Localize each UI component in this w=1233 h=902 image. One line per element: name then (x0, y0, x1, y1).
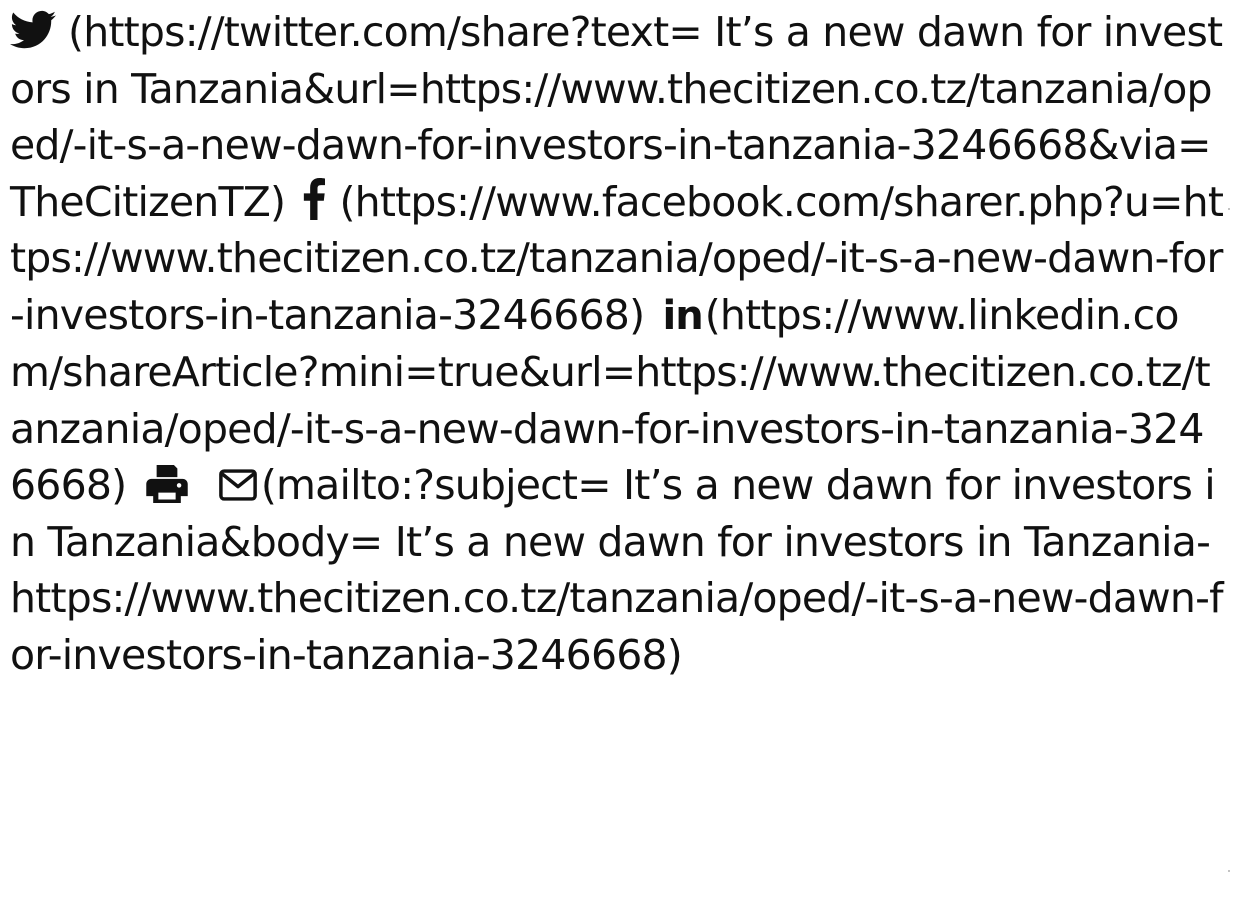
print-icon (145, 465, 188, 503)
linkedin-icon: in (662, 292, 704, 339)
decorative-dot (1228, 870, 1230, 872)
twitter-icon (10, 10, 56, 49)
share-links-bar: (https://twitter.com/share?text= It’s a … (10, 4, 1228, 683)
mail-icon (218, 469, 257, 501)
facebook-icon (304, 177, 326, 220)
decorative-dot (1228, 208, 1230, 210)
print-button[interactable] (139, 461, 219, 509)
